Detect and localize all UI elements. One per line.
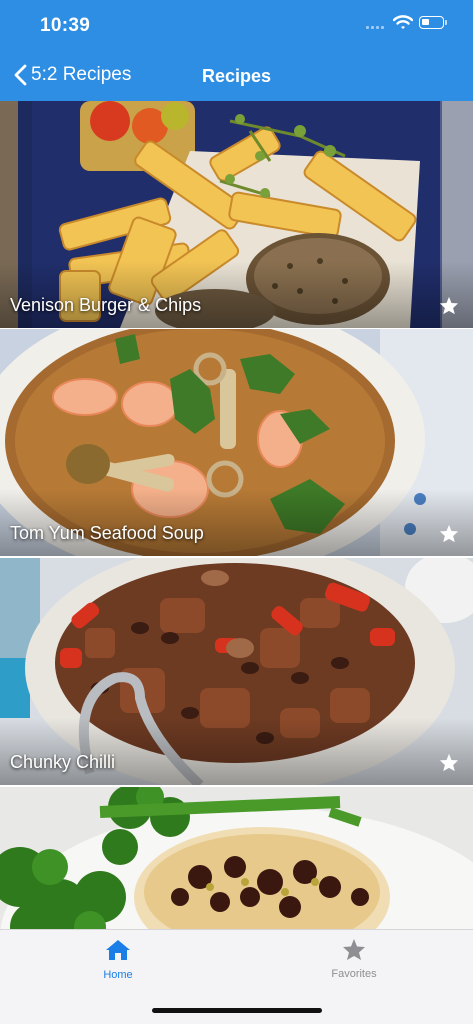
- recipe-card[interactable]: Tom Yum Seafood Soup: [0, 329, 473, 556]
- tab-favorites[interactable]: Favorites: [294, 938, 414, 980]
- recipe-image: [0, 329, 473, 556]
- recipe-title: Chunky Chilli: [10, 752, 116, 772]
- star-icon[interactable]: [439, 296, 459, 315]
- tab-home-label: Home: [103, 969, 133, 981]
- recipe-title: Tom Yum Seafood Soup: [10, 523, 204, 543]
- cellular-signal-icon: [366, 24, 386, 30]
- status-time: 10:39: [40, 15, 91, 36]
- star-icon: [343, 939, 365, 960]
- recipe-list[interactable]: Venison Burger & Chips Tom Yum Seafood S…: [0, 101, 473, 929]
- page-title: Recipes: [201, 66, 272, 86]
- navigation-header: 10:39 5:2 Recipes Recipes: [0, 0, 473, 101]
- recipe-image: [0, 787, 473, 929]
- battery-icon: [419, 16, 447, 29]
- tab-favorites-label: Favorites: [331, 968, 377, 980]
- wifi-icon: [393, 15, 413, 29]
- star-icon[interactable]: [439, 524, 459, 543]
- home-indicator: [152, 1008, 322, 1013]
- house-icon: [106, 940, 130, 960]
- recipe-title: Venison Burger & Chips: [10, 295, 202, 315]
- tab-home[interactable]: Home: [58, 938, 178, 981]
- recipe-card[interactable]: Chunky Chilli: [0, 558, 473, 785]
- recipe-card[interactable]: Venison Burger & Chips: [0, 101, 473, 328]
- recipe-image: [0, 101, 473, 328]
- recipe-image: [0, 558, 473, 785]
- nav-bar: 5:2 Recipes Recipes: [0, 52, 473, 100]
- recipe-card[interactable]: [0, 787, 473, 929]
- status-bar: 10:39: [0, 0, 473, 50]
- star-icon[interactable]: [439, 753, 459, 772]
